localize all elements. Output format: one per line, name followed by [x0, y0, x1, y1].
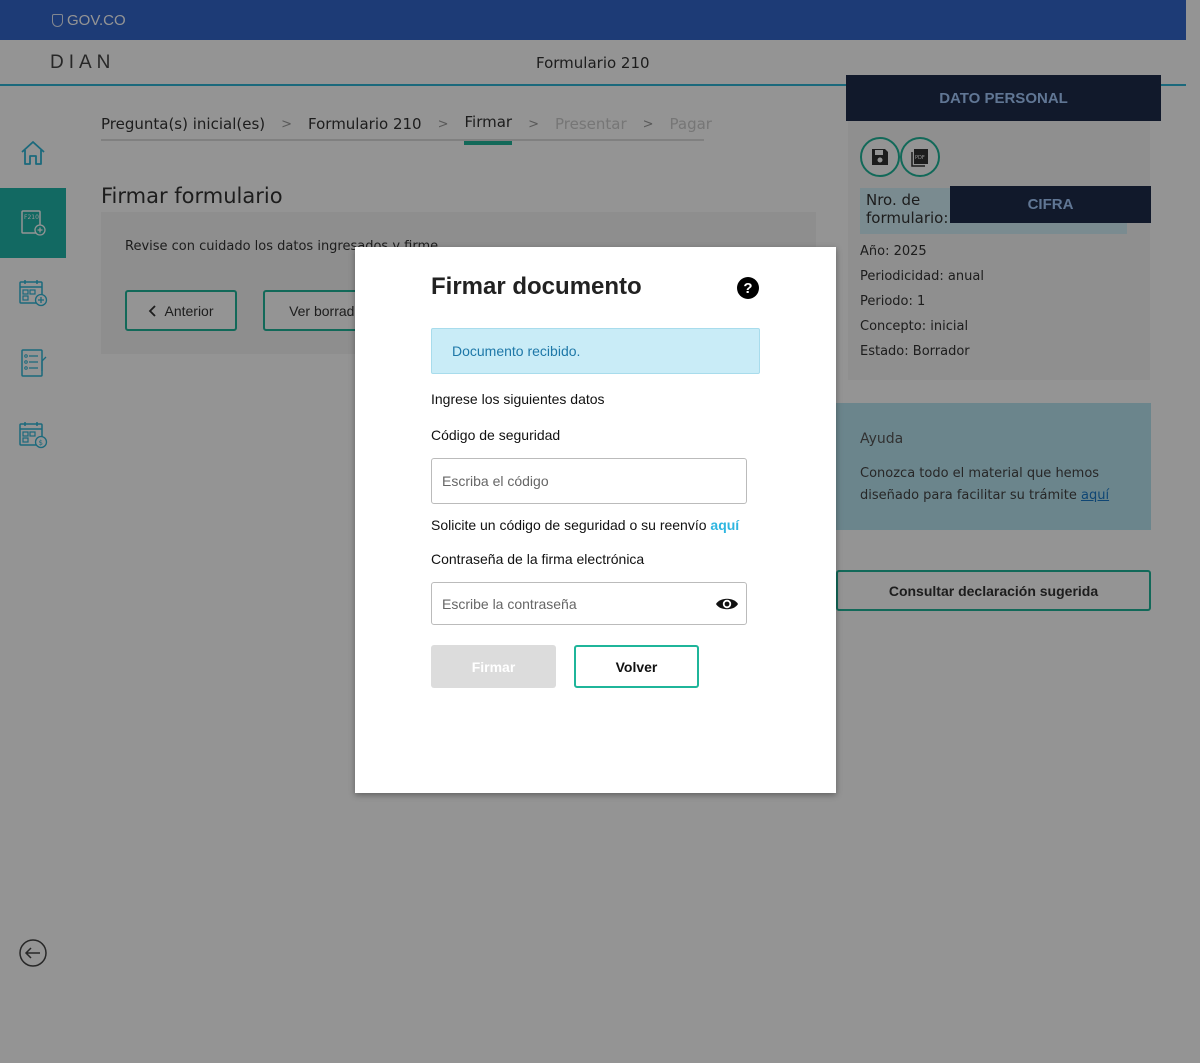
help-icon[interactable]: ?	[737, 277, 759, 299]
password-label: Contraseña de la firma electrónica	[431, 551, 645, 567]
modal-title: Firmar documento	[431, 273, 642, 300]
security-code-label: Código de seguridad	[431, 427, 561, 443]
sign-document-modal: Firmar documento ? Documento recibido. I…	[355, 247, 836, 793]
request-code-link[interactable]: aquí	[710, 517, 739, 533]
sign-button[interactable]: Firmar	[431, 645, 556, 688]
security-code-input[interactable]	[431, 458, 747, 504]
modal-intro: Ingrese los siguientes datos	[431, 391, 605, 407]
password-input[interactable]	[431, 582, 747, 625]
back-modal-button[interactable]: Volver	[574, 645, 699, 688]
request-code-text: Solicite un código de seguridad o su ree…	[431, 517, 740, 533]
status-alert: Documento recibido.	[431, 328, 760, 374]
eye-icon[interactable]	[715, 596, 739, 612]
